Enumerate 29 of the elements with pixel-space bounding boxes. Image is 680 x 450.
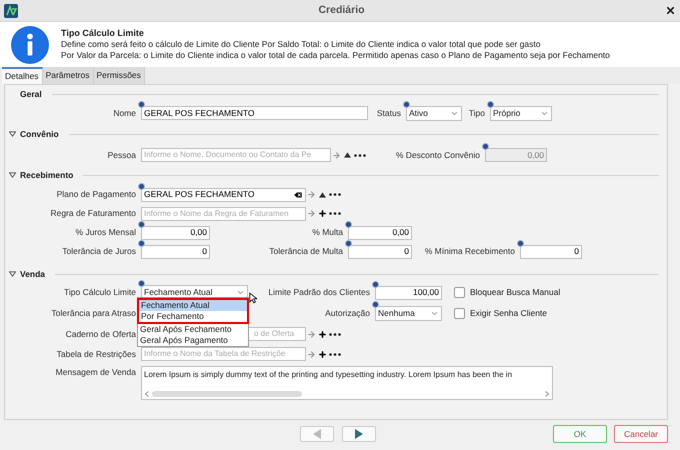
info-text: Define como será feito o cálculo de Limite do Cliente Por Saldo Total: o Limite do Cliente indica o valor total que pode ser gasto bbox=[61, 39, 542, 50]
field-label: Tipo Cálculo Limite bbox=[64, 286, 136, 299]
section-title: Convênio bbox=[20, 128, 59, 140]
checkbox-label: Bloquear Busca Manual bbox=[470, 286, 560, 299]
field-label: Status bbox=[376, 106, 401, 120]
section-title: Venda bbox=[20, 268, 46, 280]
field-label: Limite Padrão dos Clientes bbox=[268, 286, 370, 299]
field-label: Tolerância de Juros bbox=[62, 245, 136, 258]
field-label: % Desconto Convênio bbox=[396, 148, 480, 162]
field-label: Tolerância para Atraso bbox=[51, 306, 136, 320]
field-label: Pessoa bbox=[108, 148, 136, 162]
section-title: Geral bbox=[20, 88, 42, 100]
field-label: % Juros Mensal bbox=[76, 226, 136, 239]
checkbox-label: Exigir Senha Cliente bbox=[470, 306, 548, 320]
info-title: Tipo Cálculo Limite bbox=[61, 28, 145, 39]
section-title: Recebimento bbox=[20, 168, 74, 182]
field-label: Tolerância de Multa bbox=[269, 245, 343, 258]
info-text: Por Valor da Parcela: o Limite do Cliente indica o valor total de cada parcela. Permitido apenas caso o Plano de Pagamento seja por Fechamento bbox=[61, 50, 610, 61]
field-label: Plano de Pagamento bbox=[56, 188, 136, 201]
field-label: Regra de Faturamento bbox=[50, 207, 136, 220]
field-label: Caderno de Oferta bbox=[66, 328, 136, 340]
window-title: Crediário bbox=[317, 2, 366, 18]
field-label: Autorização bbox=[325, 306, 370, 320]
field-label: % Mínima Recebimento bbox=[424, 245, 515, 258]
field-label: Tipo bbox=[468, 106, 485, 120]
field-label: Nome bbox=[113, 106, 136, 120]
field-label: % Multa bbox=[312, 226, 343, 239]
field-label: Mensagem de Venda bbox=[56, 366, 136, 379]
field-label: Tabela de Restrições bbox=[56, 348, 136, 360]
